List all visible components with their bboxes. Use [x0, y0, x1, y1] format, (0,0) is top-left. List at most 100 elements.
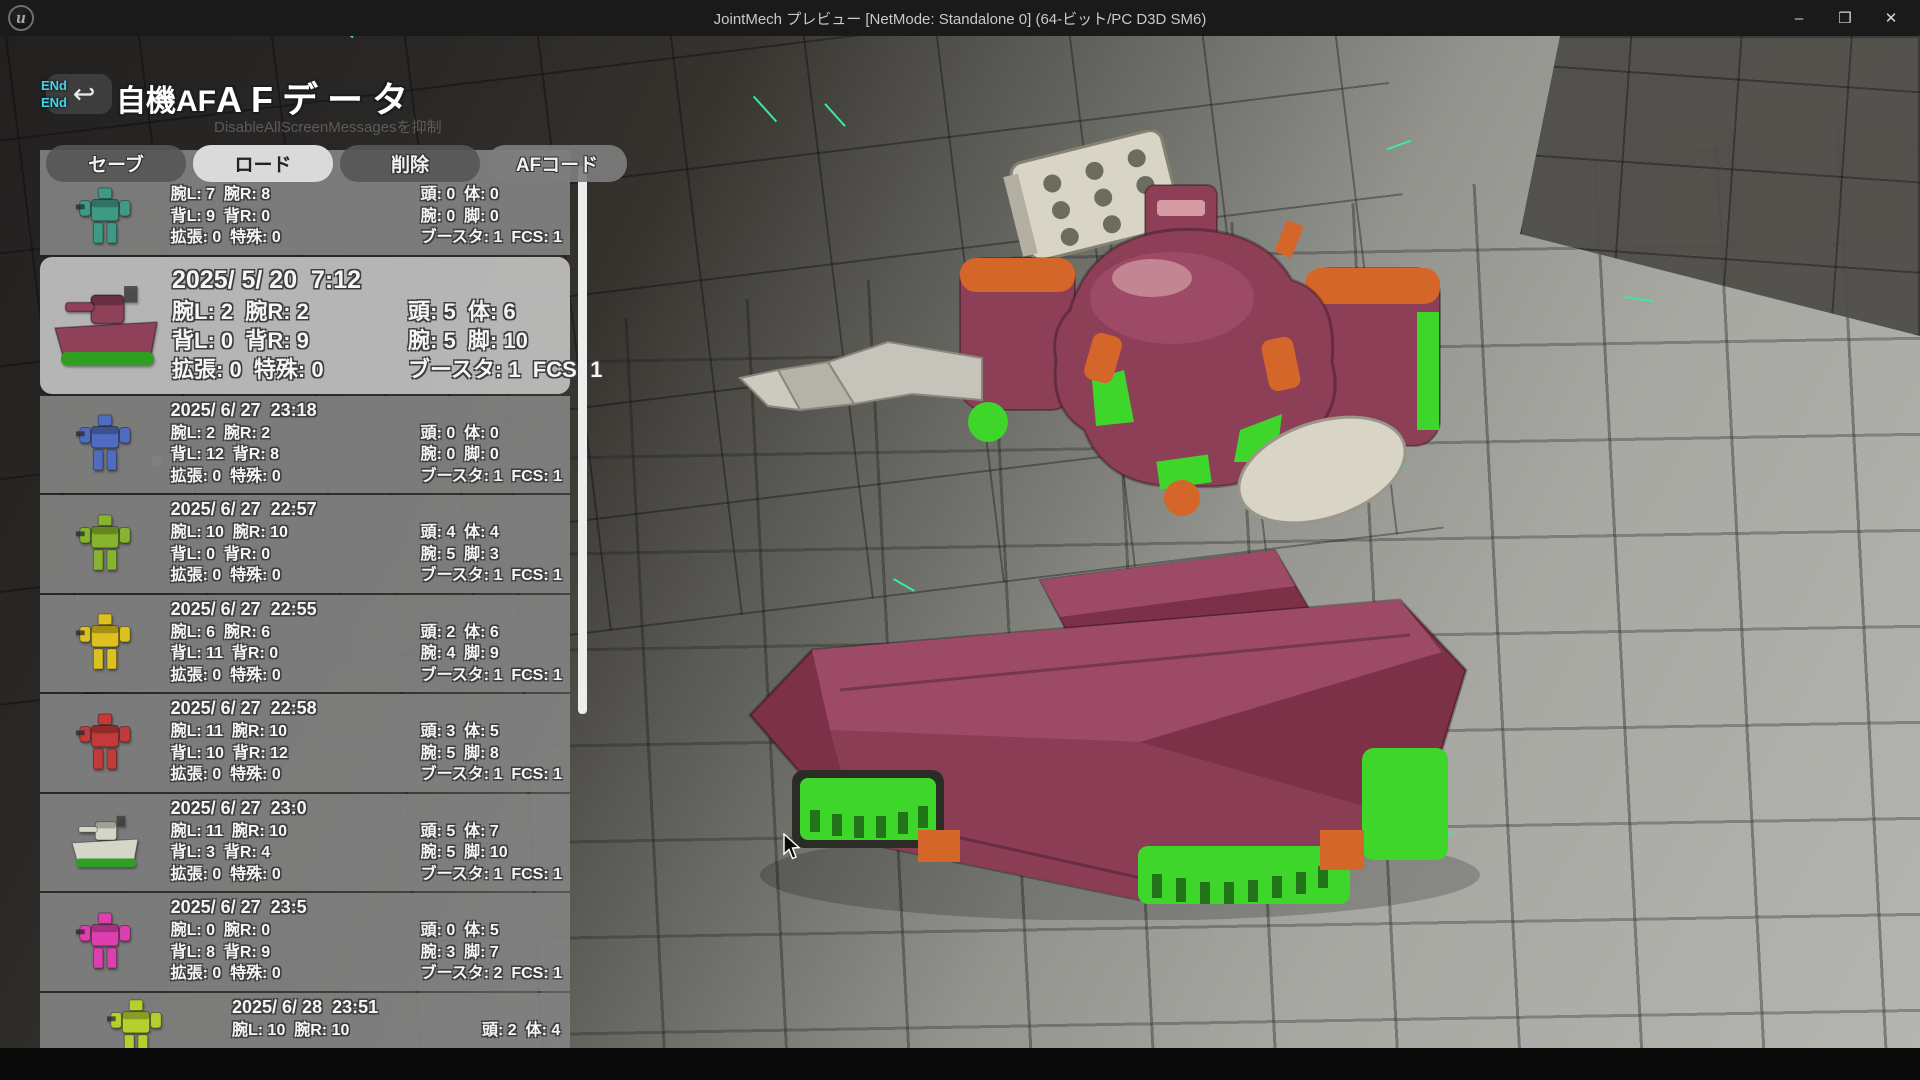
- list-item-body: 2025/ 6/ 27 23:5 腕L: 0 腕R: 0 背L: 8 背R: 9…: [171, 897, 570, 985]
- stat-back-weapons: 背L: 10 背R: 12: [171, 743, 421, 765]
- load-button[interactable]: ロード: [193, 145, 333, 182]
- stat-arms-legs: 腕: 0 脚: 0: [421, 206, 562, 228]
- save-date: 2025/ 6/ 27 22:58: [171, 698, 562, 721]
- stat-expansion-special: 拡張: 0 特殊: 0: [171, 864, 421, 886]
- delete-button[interactable]: 削除: [340, 145, 480, 182]
- mech-thumbnail: [40, 599, 171, 687]
- stat-head-body: 頭: 2 体: 4: [482, 1020, 560, 1042]
- af-code-button[interactable]: AFコード: [487, 145, 627, 182]
- save-date: 2025/ 6/ 27 22:57: [171, 499, 562, 522]
- mech-figure-icon: [63, 512, 147, 574]
- save-date: 2025/ 6/ 28 23:51: [232, 997, 562, 1020]
- list-item[interactable]: 2025/ 6/ 27 22:55 腕L: 6 腕R: 6 背L: 11 背R:…: [40, 595, 570, 693]
- save-date: 2025/ 6/ 27 22:55: [171, 599, 562, 622]
- mech-figure-icon: [63, 611, 147, 673]
- stat-expansion-special: 拡張: 0 特殊: 0: [171, 665, 421, 687]
- stat-booster-fcs: ブースタ: 1 FCS: 1: [421, 665, 562, 687]
- list-item-body: 2025/ 6/ 27 23:18 腕L: 2 腕R: 2 背L: 12 背R:…: [171, 400, 570, 488]
- unreal-engine-logo-icon: u: [8, 5, 34, 31]
- window-controls: – ❒ ✕: [1776, 0, 1914, 36]
- tank-figure-icon: [40, 277, 172, 373]
- list-item-body: 腕L: 7 腕R: 8 背L: 9 背R: 0 拡張: 0 特殊: 0 頭: 0…: [171, 184, 570, 249]
- stat-expansion-special: 拡張: 0 特殊: 0: [171, 466, 421, 488]
- stat-expansion-special: 拡張: 0 特殊: 0: [171, 764, 421, 786]
- stat-arm-weapons: 腕L: 7 腕R: 8: [171, 184, 421, 206]
- stat-arm-weapons: 腕L: 0 腕R: 0: [171, 920, 421, 942]
- stat-expansion-special: 拡張: 0 特殊: 0: [171, 227, 421, 249]
- list-item[interactable]: 2025/ 6/ 27 23:0 腕L: 11 腕R: 10 背L: 3 背R:…: [40, 794, 570, 892]
- stat-head-body: 頭: 4 体: 4: [421, 522, 562, 544]
- list-item-body: 2025/ 6/ 27 22:57 腕L: 10 腕R: 10 背L: 0 背R…: [171, 499, 570, 587]
- mouse-cursor: [781, 833, 807, 861]
- stat-booster-fcs: ブースタ: 1 FCS: 1: [421, 764, 562, 786]
- list-item[interactable]: 2025/ 6/ 27 23:5 腕L: 0 腕R: 0 背L: 8 背R: 9…: [40, 893, 570, 991]
- mech-thumbnail: [40, 266, 172, 384]
- save-date: 2025/ 6/ 27 23:0: [171, 798, 562, 821]
- mech-thumbnail: [40, 698, 171, 786]
- list-item[interactable]: 2025/ 6/ 27 22:58 腕L: 11 腕R: 10 背L: 10 背…: [40, 694, 570, 792]
- stat-booster-fcs: ブースタ: 1 FCS: 1: [421, 864, 562, 886]
- stat-head-body: 頭: 0 体: 0: [421, 423, 562, 445]
- stat-arms-legs: 腕: 3 脚: 7: [421, 942, 562, 964]
- stat-head-body: 頭: 5 体: 6: [408, 297, 602, 326]
- mech-thumbnail: [40, 897, 171, 985]
- toolbar: セーブ ロード 削除 AFコード: [46, 145, 627, 182]
- stat-back-weapons: 背L: 12 背R: 8: [171, 444, 421, 466]
- save-date: 2025/ 5/ 20 7:12: [172, 266, 602, 297]
- window-titlebar: u JointMech プレビュー [NetMode: Standalone 0…: [0, 0, 1920, 36]
- stat-head-body: 頭: 0 体: 5: [421, 920, 562, 942]
- stat-arms-legs: 腕: 4 脚: 9: [421, 643, 562, 665]
- list-item-body: 2025/ 6/ 27 22:55 腕L: 6 腕R: 6 背L: 11 背R:…: [171, 599, 570, 687]
- list-item-body: 2025/ 6/ 27 22:58 腕L: 11 腕R: 10 背L: 10 背…: [171, 698, 570, 786]
- stat-arms-legs: 腕: 5 脚: 8: [421, 743, 562, 765]
- back-arrow-icon: ↩: [73, 81, 96, 108]
- app-window: DisableAllScreenMessagesを抑制 ↩ ENd ENd 自機…: [0, 0, 1920, 1080]
- list-item-body: 2025/ 5/ 20 7:12 腕L: 2 腕R: 2 背L: 0 背R: 9…: [172, 266, 610, 384]
- stat-arms-legs: 腕: 5 脚: 10: [408, 326, 602, 355]
- stat-back-weapons: 背L: 0 背R: 9: [172, 326, 408, 355]
- bottom-letterbox: [0, 1048, 1920, 1080]
- stat-arm-weapons: 腕L: 10 腕R: 10: [232, 1020, 482, 1042]
- mech-thumbnail: [40, 400, 171, 488]
- mech-figure-icon: [63, 910, 147, 972]
- stat-arm-weapons: 腕L: 10 腕R: 10: [171, 522, 421, 544]
- close-button[interactable]: ✕: [1868, 0, 1914, 36]
- stat-expansion-special: 拡張: 0 特殊: 0: [171, 963, 421, 985]
- stat-arm-weapons: 腕L: 11 腕R: 10: [171, 721, 421, 743]
- mech-thumbnail: [40, 184, 171, 249]
- af-list: 腕L: 7 腕R: 8 背L: 9 背R: 0 拡張: 0 特殊: 0 頭: 0…: [40, 150, 570, 1067]
- list-item[interactable]: 2025/ 6/ 27 23:18 腕L: 2 腕R: 2 背L: 12 背R:…: [40, 396, 570, 494]
- stat-arms-legs: 腕: 0 脚: 0: [421, 444, 562, 466]
- stat-back-weapons: 背L: 9 背R: 0: [171, 206, 421, 228]
- list-item[interactable]: 2025/ 6/ 27 22:57 腕L: 10 腕R: 10 背L: 0 背R…: [40, 495, 570, 593]
- stat-head-body: 頭: 3 体: 5: [421, 721, 562, 743]
- mech-figure-icon: [63, 711, 147, 773]
- maximize-button[interactable]: ❒: [1822, 0, 1868, 36]
- list-scrollbar[interactable]: [578, 166, 587, 714]
- stat-head-body: 頭: 0 体: 0: [421, 184, 562, 206]
- mech-thumbnail: [40, 798, 171, 886]
- stat-booster-fcs: ブースタ: 2 FCS: 1: [421, 963, 562, 985]
- key-hint-end: ENd ENd: [41, 77, 67, 111]
- stat-arm-weapons: 腕L: 6 腕R: 6: [171, 622, 421, 644]
- stat-arms-legs: 腕: 5 脚: 3: [421, 544, 562, 566]
- list-item[interactable]: 2025/ 5/ 20 7:12 腕L: 2 腕R: 2 背L: 0 背R: 9…: [40, 257, 570, 394]
- stat-arm-weapons: 腕L: 2 腕R: 2: [171, 423, 421, 445]
- stat-back-weapons: 背L: 11 背R: 0: [171, 643, 421, 665]
- page-subtitle: 自機AF: [116, 76, 216, 120]
- save-date: 2025/ 6/ 27 23:5: [171, 897, 562, 920]
- minimize-button[interactable]: –: [1776, 0, 1822, 36]
- page-title: AFデータ: [216, 71, 417, 123]
- stat-expansion-special: 拡張: 0 特殊: 0: [171, 565, 421, 587]
- stat-booster-fcs: ブースタ: 1 FCS: 1: [421, 466, 562, 488]
- save-button[interactable]: セーブ: [46, 145, 186, 182]
- stat-head-body: 頭: 5 体: 7: [421, 821, 562, 843]
- stat-arms-legs: 腕: 5 脚: 10: [421, 842, 562, 864]
- window-title: JointMech プレビュー [NetMode: Standalone 0] …: [0, 8, 1920, 29]
- stat-arm-weapons: 腕L: 11 腕R: 10: [171, 821, 421, 843]
- stat-booster-fcs: ブースタ: 1 FCS: 1: [421, 227, 562, 249]
- stat-arm-weapons: 腕L: 2 腕R: 2: [172, 297, 408, 326]
- stat-back-weapons: 背L: 0 背R: 0: [171, 544, 421, 566]
- tank-figure-icon: [63, 810, 147, 872]
- mech-figure-icon: [63, 185, 147, 247]
